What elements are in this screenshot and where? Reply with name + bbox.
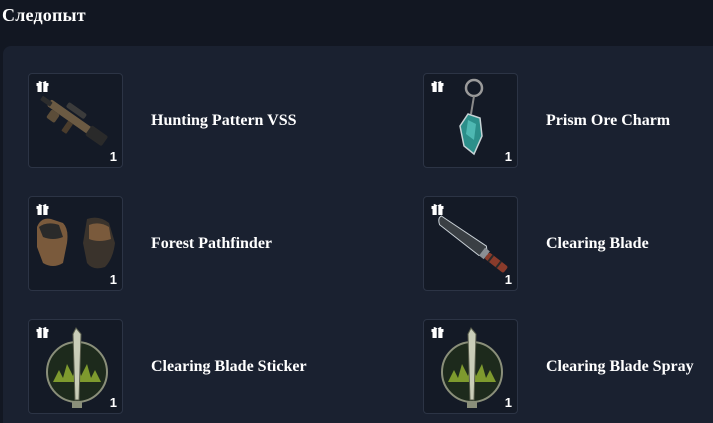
gift-icon bbox=[36, 327, 49, 338]
item-name: Prism Ore Charm bbox=[546, 111, 671, 129]
item-clearing-blade[interactable]: 1 Clearing Blade bbox=[423, 196, 649, 291]
item-quantity: 1 bbox=[504, 395, 512, 410]
item-quantity: 1 bbox=[109, 149, 117, 164]
item-thumbnail: 1 bbox=[28, 196, 123, 291]
gift-icon bbox=[36, 81, 49, 92]
item-name: Forest Pathfinder bbox=[151, 234, 273, 252]
item-clearing-blade-sticker[interactable]: 1 Clearing Blade Sticker bbox=[28, 319, 307, 414]
item-quantity: 1 bbox=[109, 272, 117, 287]
gift-icon bbox=[36, 204, 49, 215]
item-quantity: 1 bbox=[109, 395, 117, 410]
item-forest-pathfinder[interactable]: 1 Forest Pathfinder bbox=[28, 196, 272, 291]
item-quantity: 1 bbox=[504, 272, 512, 287]
section-title: Следопыт bbox=[2, 5, 86, 25]
item-name: Clearing Blade Spray bbox=[546, 357, 694, 375]
item-clearing-blade-spray[interactable]: 1 Clearing Blade Spray bbox=[423, 319, 694, 414]
item-name: Hunting Pattern VSS bbox=[151, 111, 297, 129]
item-thumbnail: 1 bbox=[28, 73, 123, 168]
item-name: Clearing Blade Sticker bbox=[151, 357, 307, 375]
item-thumbnail: 1 bbox=[28, 319, 123, 414]
item-thumbnail: 1 bbox=[423, 196, 518, 291]
gift-icon bbox=[431, 81, 444, 92]
gift-icon bbox=[431, 327, 444, 338]
page: Следопыт 1 Hunting Pattern VSS 1 Prism O… bbox=[0, 0, 713, 423]
item-thumbnail: 1 bbox=[423, 73, 518, 168]
gift-icon bbox=[431, 204, 444, 215]
item-thumbnail: 1 bbox=[423, 319, 518, 414]
item-name: Clearing Blade bbox=[546, 234, 649, 252]
item-quantity: 1 bbox=[504, 149, 512, 164]
item-hunting-pattern-vss[interactable]: 1 Hunting Pattern VSS bbox=[28, 73, 297, 168]
item-prism-ore-charm[interactable]: 1 Prism Ore Charm bbox=[423, 73, 670, 168]
